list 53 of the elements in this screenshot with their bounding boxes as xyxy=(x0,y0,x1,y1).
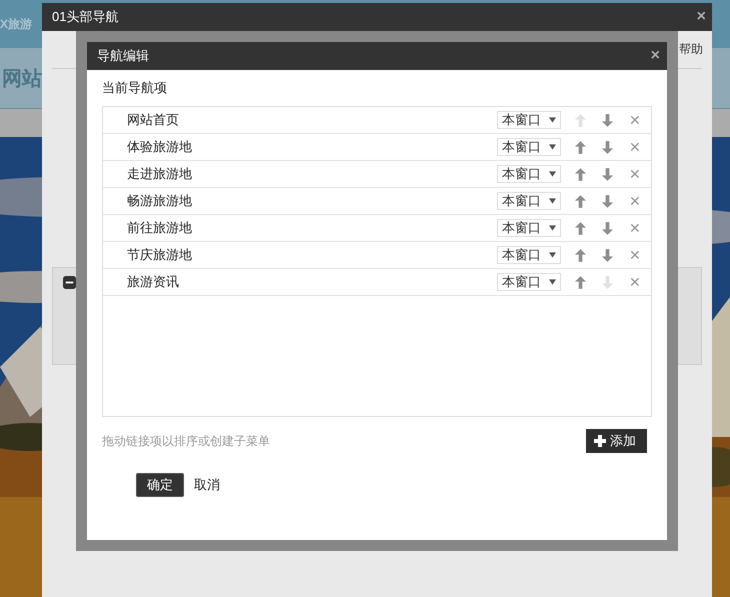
dialog-title: 导航编辑 xyxy=(97,47,149,65)
target-select[interactable]: 本窗口 xyxy=(497,246,561,264)
down-arrow-icon[interactable] xyxy=(602,114,613,126)
caret-icon xyxy=(549,279,556,285)
nav-item-row[interactable]: 体验旅游地 本窗口 ✕ xyxy=(103,134,651,161)
nav-item-label: 走进旅游地 xyxy=(127,165,193,183)
nav-item-label: 前往旅游地 xyxy=(127,219,193,237)
nav-item-label: 网站首页 xyxy=(127,111,180,129)
confirm-button[interactable]: 确定 xyxy=(136,473,184,497)
close-button[interactable]: × xyxy=(650,48,660,64)
up-arrow-icon[interactable] xyxy=(575,248,586,262)
collapse-icon[interactable] xyxy=(63,276,76,289)
dialog-title: 01头部导航 xyxy=(52,8,118,26)
up-arrow-icon[interactable] xyxy=(575,140,586,154)
add-button[interactable]: 添加 xyxy=(586,429,647,453)
down-arrow-icon[interactable] xyxy=(602,248,613,262)
plus-icon xyxy=(594,435,606,447)
target-select[interactable]: 本窗口 xyxy=(497,273,561,291)
nav-item-label: 体验旅游地 xyxy=(127,138,193,156)
caret-icon xyxy=(549,225,556,231)
caret-icon xyxy=(549,252,556,258)
nav-item-row[interactable]: 网站首页 本窗口 ✕ xyxy=(103,107,651,134)
target-select[interactable]: 本窗口 xyxy=(497,219,561,237)
target-select[interactable]: 本窗口 xyxy=(497,165,561,183)
hint-text: 拖动链接项以排序或创建子菜单 xyxy=(102,432,270,450)
up-arrow-icon[interactable] xyxy=(575,222,586,234)
nav-item-label: 节庆旅游地 xyxy=(127,246,193,264)
down-arrow-icon[interactable] xyxy=(602,140,613,154)
down-arrow-icon[interactable] xyxy=(602,194,613,208)
nav-item-label: 畅游旅游地 xyxy=(127,192,193,210)
nav-item-label: 旅游资讯 xyxy=(127,273,180,291)
up-arrow-icon[interactable] xyxy=(575,168,586,180)
section-label: 当前导航项 xyxy=(102,79,168,97)
down-arrow-icon[interactable] xyxy=(602,222,613,234)
caret-icon xyxy=(549,117,556,123)
up-arrow-icon[interactable] xyxy=(575,194,586,208)
site-title: X旅游 xyxy=(0,16,32,32)
down-arrow-icon[interactable] xyxy=(602,168,613,180)
target-select[interactable]: 本窗口 xyxy=(497,138,561,156)
help-link[interactable]: 帮助 xyxy=(679,41,703,58)
target-select[interactable]: 本窗口 xyxy=(497,192,561,210)
caret-icon xyxy=(549,171,556,177)
nav-item-row[interactable]: 旅游资讯 本窗口 ✕ xyxy=(103,269,651,296)
target-select[interactable]: 本窗口 xyxy=(497,111,561,129)
cancel-button[interactable]: 取消 xyxy=(194,476,220,494)
caret-icon xyxy=(549,198,556,204)
close-button[interactable]: × xyxy=(696,9,706,25)
nav-item-row[interactable]: 走进旅游地 本窗口 ✕ xyxy=(103,161,651,188)
up-arrow-icon[interactable] xyxy=(575,276,586,288)
caret-icon xyxy=(549,144,556,150)
nav-item-row[interactable]: 节庆旅游地 本窗口 ✕ xyxy=(103,242,651,269)
nav-item-row[interactable]: 前往旅游地 本窗口 ✕ xyxy=(103,215,651,242)
nav-item-row[interactable]: 畅游旅游地 本窗口 ✕ xyxy=(103,188,651,215)
